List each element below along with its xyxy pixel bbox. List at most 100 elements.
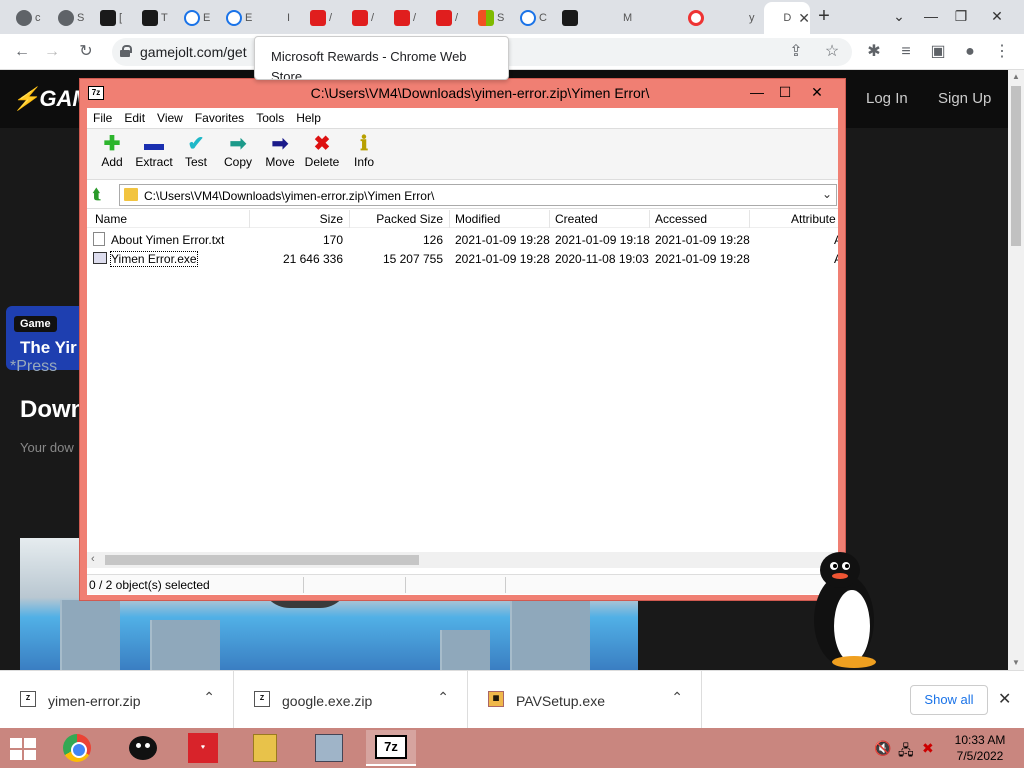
info-button[interactable]: ℹ Info — [343, 133, 385, 169]
scroll-thumb[interactable] — [1011, 86, 1021, 246]
browser-tab[interactable]: / — [302, 6, 342, 30]
game-card-title[interactable]: The Yir — [20, 338, 77, 358]
download-item[interactable]: ▦ PAVSetup.exe ⌃ — [468, 671, 702, 729]
back-arrow-icon[interactable]: ← — [10, 40, 34, 64]
scroll-down-arrow-icon[interactable]: ▼ — [1008, 656, 1024, 670]
share-icon[interactable]: ⇪ — [784, 40, 808, 64]
menu-favorites[interactable]: Favorites — [195, 111, 244, 125]
scroll-left-arrow-icon[interactable]: ‹ — [91, 553, 95, 565]
column-modified[interactable]: Modified — [455, 212, 500, 226]
bookmark-star-icon[interactable]: ☆ — [820, 40, 844, 64]
tab-label: / — [455, 12, 459, 24]
horizontal-scrollbar[interactable]: ‹ — [87, 552, 838, 568]
reload-icon[interactable]: ↻ — [74, 40, 98, 64]
page-scrollbar[interactable]: ▲ ▼ — [1008, 70, 1024, 670]
taskbar-setup[interactable] — [304, 730, 354, 766]
path-combobox[interactable]: C:\Users\VM4\Downloads\yimen-error.zip\Y… — [119, 184, 837, 206]
test-button[interactable]: ✔ Test — [175, 133, 217, 169]
close-shelf-icon[interactable]: ✕ — [998, 689, 1011, 709]
pingu-mascot[interactable] — [806, 548, 882, 672]
column-name[interactable]: Name — [95, 212, 127, 226]
taskbar-7zip[interactable]: 7z — [366, 730, 416, 766]
cell-accessed: 2021-01-09 19:28 — [655, 252, 750, 266]
browser-tab[interactable]: / — [386, 6, 426, 30]
forward-arrow-icon[interactable]: → — [40, 40, 64, 64]
download-item[interactable]: Zyimen-error.zip ⌃ — [0, 671, 234, 729]
tab-search-chevron-icon[interactable]: ⌄ — [884, 4, 914, 28]
volume-muted-icon[interactable]: 🔇 — [874, 740, 891, 757]
close-tab-icon[interactable]: ✕ — [798, 10, 810, 27]
taskbar-walls[interactable]: ♥ — [178, 730, 228, 766]
browser-tab[interactable] — [638, 6, 678, 30]
sevenzip-titlebar[interactable]: 7z C:\Users\VM4\Downloads\yimen-error.zi… — [80, 79, 845, 107]
minimize-button[interactable]: — — [916, 4, 946, 28]
new-tab-button[interactable]: + — [812, 4, 836, 28]
chevron-up-icon[interactable]: ⌃ — [203, 689, 215, 706]
taskbar-archive[interactable] — [240, 730, 290, 766]
extract-button[interactable]: ▬ Extract — [133, 133, 175, 169]
profile-avatar-icon[interactable]: ● — [958, 40, 982, 64]
menu-help[interactable]: Help — [296, 111, 321, 125]
column-attribute[interactable]: Attribute — [791, 212, 836, 226]
extensions-puzzle-icon[interactable]: ✱ — [862, 40, 886, 64]
browser-tab[interactable]: M — [596, 6, 636, 30]
browser-tab[interactable]: E — [176, 6, 216, 30]
copy-button[interactable]: ➡ Copy — [217, 133, 259, 169]
browser-tab[interactable]: S — [470, 6, 510, 30]
browser-tab[interactable]: / — [428, 6, 468, 30]
column-size[interactable]: Size — [320, 212, 343, 226]
network-icon[interactable]: 🖧 — [898, 740, 914, 764]
menu-tools[interactable]: Tools — [256, 111, 284, 125]
clock[interactable]: 10:33 AM 7/5/2022 — [950, 732, 1010, 764]
file-row[interactable]: Yimen Error.exe 21 646 336 15 207 755 2021-… — [87, 249, 838, 268]
browser-tab[interactable] — [554, 6, 594, 30]
signup-link[interactable]: Sign Up — [938, 90, 991, 107]
windows-start-icon[interactable] — [10, 738, 36, 760]
menu-view[interactable]: View — [157, 111, 183, 125]
browser-tab[interactable]: I — [260, 6, 300, 30]
show-all-button[interactable]: Show all — [910, 685, 988, 715]
minimize-button[interactable]: — — [742, 81, 772, 103]
browser-tab[interactable]: D ✕ — [764, 2, 810, 34]
chevron-up-icon[interactable]: ⌃ — [671, 689, 683, 706]
browser-tab[interactable] — [680, 6, 720, 30]
up-folder-icon[interactable]: ⮬ — [93, 186, 109, 202]
taskbar-chrome[interactable] — [52, 730, 102, 766]
microsoft-icon — [478, 10, 494, 26]
download-item[interactable]: Zgoogle.exe.zip ⌃ — [234, 671, 468, 729]
taskbar-pingu[interactable] — [118, 730, 168, 766]
chevron-down-icon[interactable]: ⌄ — [822, 187, 832, 201]
download-heading: Down — [20, 396, 86, 423]
chevron-up-icon[interactable]: ⌃ — [437, 689, 449, 706]
browser-tab[interactable]: S — [50, 6, 90, 30]
browser-tab[interactable]: C — [512, 6, 552, 30]
delete-button[interactable]: ✖ Delete — [301, 133, 343, 169]
restore-button[interactable]: ❐ — [946, 4, 976, 28]
maximize-button[interactable]: ☐ — [770, 81, 800, 103]
close-button[interactable]: ✕ — [802, 81, 832, 103]
browser-tab[interactable]: y — [722, 6, 762, 30]
close-window-button[interactable]: ✕ — [982, 4, 1012, 28]
menu-file[interactable]: File — [93, 111, 112, 125]
browser-tab[interactable]: E — [218, 6, 258, 30]
column-packed-size[interactable]: Packed Size — [376, 212, 443, 226]
menu-edit[interactable]: Edit — [124, 111, 145, 125]
browser-tab[interactable]: T — [134, 6, 174, 30]
d-icon — [772, 10, 780, 26]
add-button[interactable]: ✚ Add — [91, 133, 133, 169]
side-panel-icon[interactable]: ▣ — [926, 40, 950, 64]
column-created[interactable]: Created — [555, 212, 598, 226]
login-link[interactable]: Log In — [866, 90, 908, 107]
column-accessed[interactable]: Accessed — [655, 212, 707, 226]
browser-tab[interactable]: c — [8, 6, 48, 30]
sevenzip-app-icon[interactable]: 7z — [88, 86, 104, 100]
browser-tab[interactable]: / — [344, 6, 384, 30]
scroll-up-arrow-icon[interactable]: ▲ — [1008, 70, 1024, 84]
hscroll-thumb[interactable] — [105, 555, 419, 565]
menu-kebab-icon[interactable]: ⋮ — [990, 40, 1014, 64]
file-row[interactable]: About Yimen Error.txt 170 126 2021-01-09 19… — [87, 230, 838, 249]
media-queue-icon[interactable]: ≡ — [894, 40, 918, 64]
move-button[interactable]: ➡ Move — [259, 133, 301, 169]
browser-tab[interactable]: [ — [92, 6, 132, 30]
alert-icon[interactable]: ✖ — [922, 740, 934, 757]
